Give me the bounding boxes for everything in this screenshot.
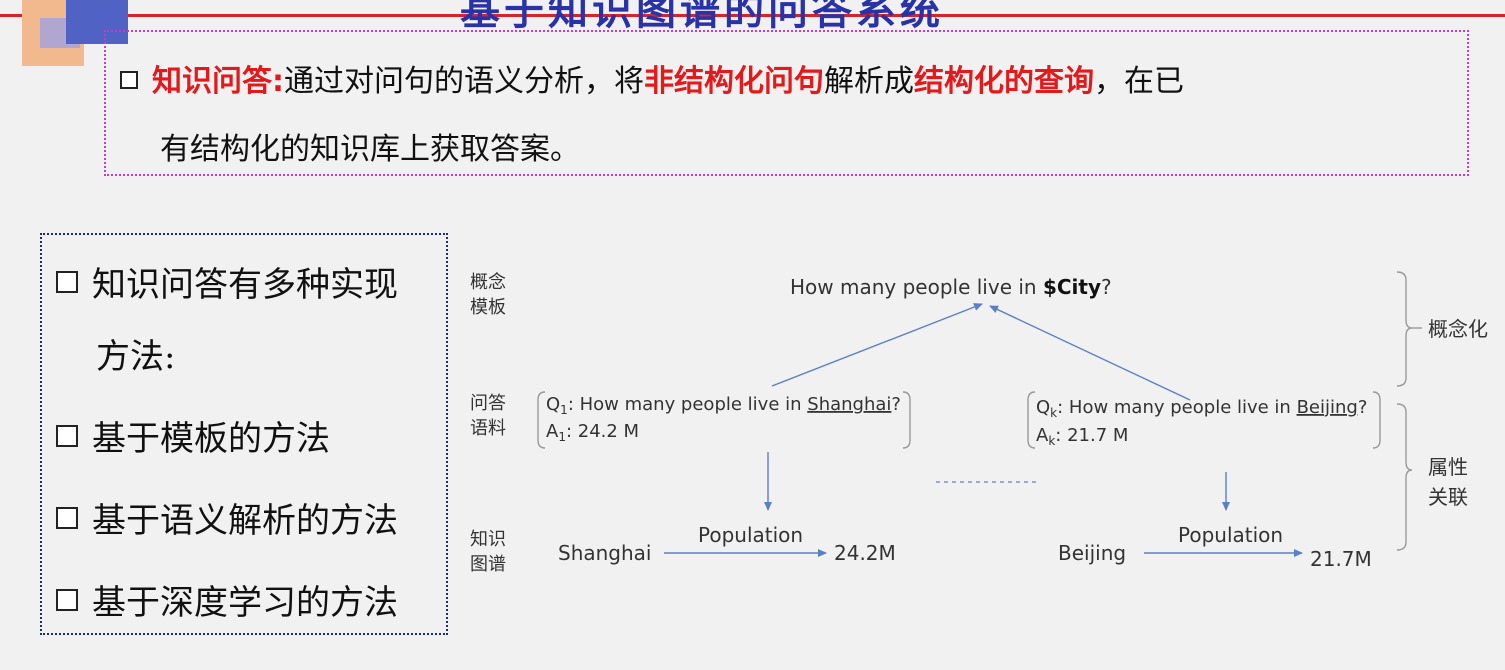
method-item: 基于深度学习的方法 [56, 575, 398, 624]
row-label-kg-2: 图谱 [470, 554, 506, 575]
template-text: How many people live in [790, 275, 1043, 299]
kg-right-relation: Population [1178, 523, 1283, 547]
method-item: 基于模板的方法 [56, 411, 330, 460]
row-label-qa-2: 语料 [470, 418, 506, 439]
method-item-continuation: 方法: [96, 337, 176, 377]
definition-text-3: ，在已 [1094, 64, 1184, 99]
definition-text-2: 解析成 [824, 64, 914, 99]
method-item-text: 基于语义解析的方法 [92, 501, 398, 541]
checkbox-bullet-icon [56, 425, 78, 447]
qa-right-answer: Ak: 21.7 M [1036, 425, 1128, 448]
brace-conceptualize [1396, 271, 1413, 387]
row-label-kg-1: 知识 [470, 529, 506, 550]
methods-box: 知识问答有多种实现 方法: 基于模板的方法 基于语义解析的方法 基于深度学习的方… [40, 233, 448, 635]
qa-left-question: Q1: How many people live in Shanghai? [546, 394, 901, 417]
concept-template: How many people live in $City? [790, 275, 1112, 299]
method-item: 基于语义解析的方法 [56, 493, 398, 542]
method-item-text: 基于模板的方法 [92, 419, 330, 459]
row-label-concept-1: 概念 [470, 271, 506, 293]
checkbox-bullet-icon [56, 507, 78, 529]
definition-highlight-1: 非结构化问句 [644, 64, 824, 99]
kg-right-object: 21.7M [1310, 547, 1372, 571]
kg-left-relation: Population [698, 523, 803, 547]
template-variable: $City [1043, 275, 1101, 299]
definition-term: 知识问答: [152, 64, 284, 99]
definition-box: 知识问答:通过对问句的语义分析，将非结构化问句解析成结构化的查询，在已 有结构化… [104, 30, 1469, 176]
checkbox-bullet-icon [120, 71, 138, 89]
brace-attr-assoc [1396, 403, 1413, 551]
qa-left-answer: A1: 24.2 M [546, 421, 639, 444]
definition-highlight-2: 结构化的查询 [914, 64, 1094, 99]
method-item-text: 基于深度学习的方法 [92, 583, 398, 623]
template-end: ? [1101, 275, 1112, 299]
side-label-conceptualize: 概念化 [1428, 317, 1488, 341]
side-label-attr-1: 属性 [1428, 455, 1468, 479]
checkbox-bullet-icon [56, 271, 78, 293]
qa-left-open-bracket [537, 391, 546, 449]
qa-right-question: Qk: How many people live in Beijing? [1036, 397, 1367, 420]
definition-line-1: 知识问答:通过对问句的语义分析，将非结构化问句解析成结构化的查询，在已 [120, 56, 1184, 100]
kg-left-subject: Shanghai [558, 541, 652, 565]
kbqa-diagram: 概念 模板 问答 语料 知识 图谱 How many people live i… [470, 271, 1488, 575]
method-item-text: 知识问答有多种实现 [92, 265, 398, 305]
side-label-attr-2: 关联 [1428, 485, 1468, 509]
checkbox-bullet-icon [56, 589, 78, 611]
qa-right-close-bracket [1372, 391, 1381, 449]
qa-left-close-bracket [902, 391, 911, 449]
method-item: 知识问答有多种实现 [56, 257, 398, 306]
row-label-concept-2: 模板 [470, 297, 506, 318]
arrow-right-to-template [989, 305, 1191, 401]
definition-line-2: 有结构化的知识库上获取答案。 [160, 132, 580, 167]
qa-right-open-bracket [1027, 391, 1036, 449]
definition-text-1: 通过对问句的语义分析，将 [284, 64, 644, 99]
kg-left-object: 24.2M [834, 541, 896, 565]
arrow-left-to-template [771, 303, 983, 387]
row-label-qa-1: 问答 [470, 393, 506, 414]
kg-right-subject: Beijing [1058, 541, 1126, 565]
